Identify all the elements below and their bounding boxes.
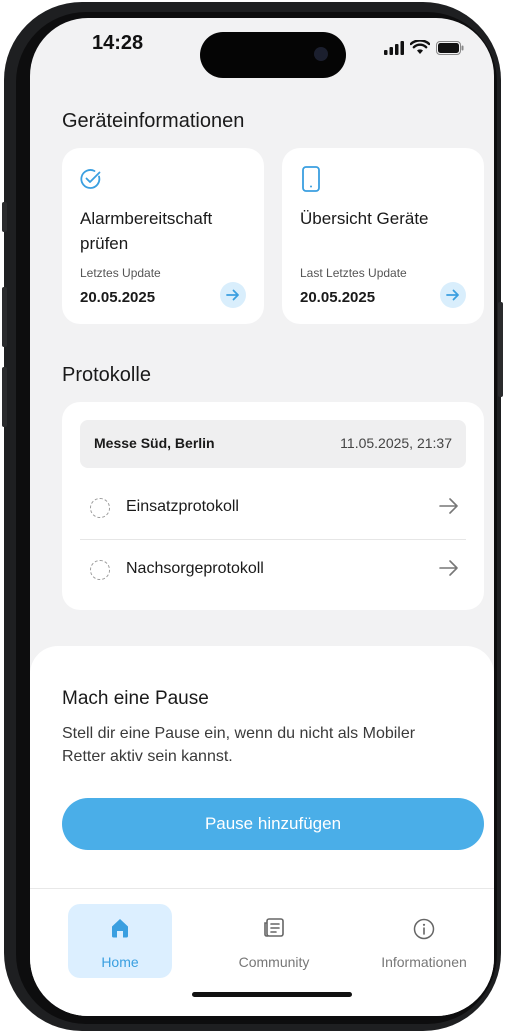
arrow-right-icon <box>446 289 459 301</box>
card-title-line1: Übersicht Geräte <box>300 209 429 228</box>
card-alarm-readiness[interactable]: Alarmbereitschaft prüfen Letztes Update … <box>62 148 264 324</box>
tab-informationen[interactable]: Informationen <box>372 904 476 978</box>
status-time: 14:28 <box>92 32 144 54</box>
arrow-right-icon <box>439 560 458 576</box>
card-update-date: 20.05.2025 <box>300 289 376 306</box>
protocol-item-einsatz[interactable]: Einsatzprotokoll <box>80 478 466 538</box>
tab-label: Home <box>101 954 139 970</box>
card-arrow-button[interactable] <box>220 282 246 308</box>
app-screen: 14:28 Geräteinformationen Alarmbereitsch… <box>30 18 494 1016</box>
newspaper-icon <box>264 918 284 937</box>
pending-status-icon <box>90 560 110 580</box>
card-update-date: 20.05.2025 <box>80 289 156 306</box>
phone-icon <box>302 166 320 192</box>
check-circle-icon <box>80 169 101 189</box>
protocol-location: Messe Süd, Berlin <box>94 435 215 451</box>
pending-status-icon <box>90 498 110 518</box>
camera-icon <box>314 47 328 61</box>
signal-icon <box>384 40 404 55</box>
pause-sheet: Mach eine Pause Stell dir eine Pause ein… <box>30 646 494 1016</box>
action-button <box>2 202 7 232</box>
tab-home[interactable]: Home <box>68 904 172 978</box>
tab-label: Informationen <box>381 954 467 970</box>
tab-bar-divider <box>30 888 494 889</box>
section-title-protocols: Protokolle <box>62 364 151 386</box>
card-device-overview[interactable]: Übersicht Geräte Last Letztes Update 20.… <box>282 148 484 324</box>
protocol-item-label: Einsatzprotokoll <box>126 498 239 515</box>
dynamic-island <box>200 32 346 78</box>
pause-description: Stell dir eine Pause ein, wenn du nicht … <box>62 725 416 765</box>
pause-title: Mach eine Pause <box>62 688 209 709</box>
home-indicator[interactable] <box>192 992 352 997</box>
section-title-device-info: Geräteinformationen <box>62 110 245 132</box>
add-pause-button[interactable]: Pause hinzufügen <box>62 798 484 850</box>
arrow-right-icon <box>439 498 458 514</box>
power-button <box>498 302 503 397</box>
status-icons <box>384 40 464 55</box>
home-icon <box>112 919 128 938</box>
card-arrow-button[interactable] <box>440 282 466 308</box>
card-update-label: Letztes Update <box>80 266 161 280</box>
protocol-location-bar: Messe Süd, Berlin 11.05.2025, 21:37 <box>80 420 466 468</box>
volume-down-button <box>2 367 7 427</box>
info-icon <box>413 918 435 940</box>
tab-community[interactable]: Community <box>222 904 326 978</box>
protocol-datetime: 11.05.2025, 21:37 <box>340 435 452 451</box>
card-update-label: Last Letztes Update <box>300 266 407 280</box>
battery-icon <box>436 40 464 55</box>
tab-label: Community <box>238 954 310 970</box>
volume-up-button <box>2 287 7 347</box>
card-title-line2: prüfen <box>80 234 129 253</box>
wifi-icon <box>410 40 430 54</box>
card-title-line1: Alarmbereitschaft <box>80 209 213 228</box>
protocol-item-nachsorge[interactable]: Nachsorgeprotokoll <box>80 540 466 600</box>
arrow-right-icon <box>226 289 239 301</box>
protocol-item-label: Nachsorgeprotokoll <box>126 560 264 577</box>
